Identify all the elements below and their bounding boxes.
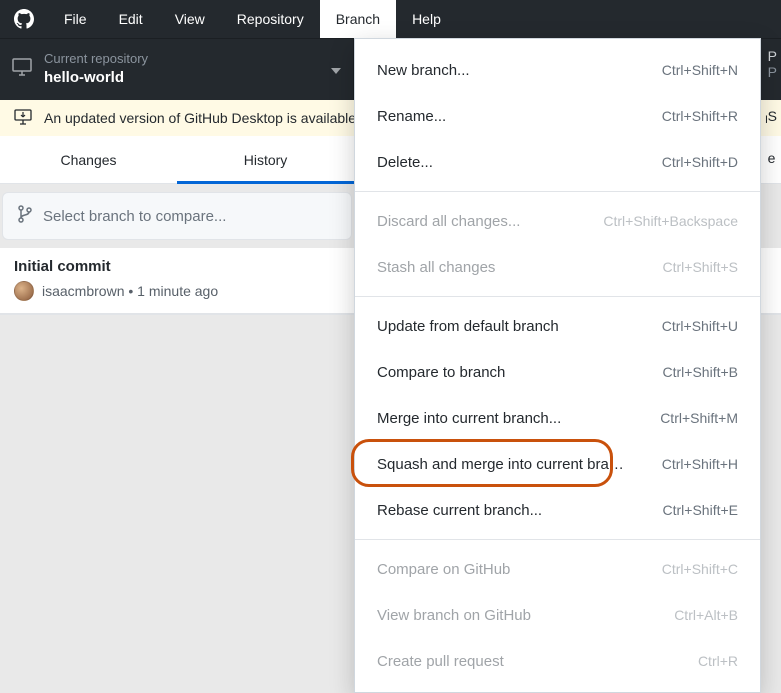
menu-item-shortcut: Ctrl+Alt+B	[674, 607, 738, 623]
menu-separator	[355, 296, 760, 297]
menu-repository[interactable]: Repository	[221, 0, 320, 38]
branch-select-placeholder: Select branch to compare...	[43, 208, 226, 225]
menu-separator	[355, 539, 760, 540]
desktop-download-icon	[14, 109, 32, 128]
menu-item-compare-on-github: Compare on GitHub Ctrl+Shift+C	[355, 546, 760, 592]
desktop-icon	[12, 58, 32, 81]
menu-item-create-pull-request: Create pull request Ctrl+R	[355, 638, 760, 684]
edge-text: S	[768, 100, 781, 136]
menu-item-shortcut: Ctrl+Shift+C	[662, 561, 738, 577]
menu-item-shortcut: Ctrl+Shift+D	[662, 154, 738, 170]
menu-item-view-branch-on-github: View branch on GitHub Ctrl+Alt+B	[355, 592, 760, 638]
menu-item-stash-all-changes: Stash all changes Ctrl+Shift+S	[355, 244, 760, 290]
menu-item-squash-and-merge-into-current-branch[interactable]: Squash and merge into current branch... C…	[355, 441, 760, 487]
menu-item-discard-all-changes: Discard all changes... Ctrl+Shift+Backspa…	[355, 198, 760, 244]
menu-item-label: Rebase current branch...	[377, 502, 542, 519]
edge-text: P	[768, 48, 777, 64]
menu-item-label: Delete...	[377, 154, 433, 171]
menu-item-shortcut: Ctrl+Shift+M	[660, 410, 738, 426]
menu-file[interactable]: File	[48, 0, 103, 38]
menu-item-shortcut: Ctrl+Shift+R	[662, 108, 738, 124]
menu-item-label: Stash all changes	[377, 259, 495, 276]
git-branch-icon	[17, 205, 33, 227]
menu-item-shortcut: Ctrl+Shift+N	[662, 62, 738, 78]
avatar	[14, 281, 34, 301]
menu-item-compare-to-branch[interactable]: Compare to branch Ctrl+Shift+B	[355, 349, 760, 395]
edge-text: e	[768, 136, 781, 184]
menu-item-label: New branch...	[377, 62, 470, 79]
menu-item-rebase-current-branch[interactable]: Rebase current branch... Ctrl+Shift+E	[355, 487, 760, 533]
menu-item-label: Merge into current branch...	[377, 410, 561, 427]
menu-help[interactable]: Help	[396, 0, 457, 38]
menu-item-shortcut: Ctrl+Shift+H	[662, 456, 738, 472]
menu-item-shortcut: Ctrl+R	[698, 653, 738, 669]
menu-item-shortcut: Ctrl+Shift+B	[663, 364, 738, 380]
menu-item-shortcut: Ctrl+Shift+E	[663, 502, 738, 518]
menu-item-label: Compare on GitHub	[377, 561, 510, 578]
menu-item-shortcut: Ctrl+Shift+U	[662, 318, 738, 334]
github-logo-icon	[0, 0, 48, 38]
menu-branch[interactable]: Branch	[320, 0, 396, 38]
menu-item-label: Create pull request	[377, 653, 504, 670]
repo-name: hello-world	[44, 68, 148, 88]
menu-item-update-from-default-branch[interactable]: Update from default branch Ctrl+Shift+U	[355, 303, 760, 349]
tab-history[interactable]: History	[177, 136, 354, 183]
branch-menu-dropdown: New branch... Ctrl+Shift+N Rename... Ctrl+S…	[354, 38, 761, 693]
menu-item-label: Compare to branch	[377, 364, 505, 381]
menu-item-shortcut: Ctrl+Shift+Backspace	[603, 213, 738, 229]
repo-label: Current repository	[44, 51, 148, 68]
menu-item-label: Rename...	[377, 108, 446, 125]
menu-item-label: Squash and merge into current branch...	[377, 456, 627, 473]
menu-view[interactable]: View	[159, 0, 221, 38]
menu-item-rename[interactable]: Rename... Ctrl+Shift+R	[355, 93, 760, 139]
compare-branch-select[interactable]: Select branch to compare...	[2, 192, 352, 240]
menu-item-label: Discard all changes...	[377, 213, 520, 230]
edge-text: P	[768, 64, 777, 80]
menu-item-shortcut: Ctrl+Shift+S	[663, 259, 738, 275]
chevron-down-icon	[331, 61, 341, 79]
right-edge-clipped: P P S e	[768, 38, 781, 184]
current-repository-selector[interactable]: Current repository hello-world	[0, 39, 354, 100]
commit-author: isaacmbrown	[42, 283, 124, 299]
menu-item-label: View branch on GitHub	[377, 607, 531, 624]
commit-time: 1 minute ago	[137, 283, 218, 299]
menu-separator	[355, 191, 760, 192]
menubar: FileEditViewRepositoryBranchHelp	[0, 0, 781, 38]
menu-item-label: Update from default branch	[377, 318, 559, 335]
menu-item-delete[interactable]: Delete... Ctrl+Shift+D	[355, 139, 760, 185]
menu-item-new-branch[interactable]: New branch... Ctrl+Shift+N	[355, 47, 760, 93]
tab-changes[interactable]: Changes	[0, 136, 177, 183]
menu-item-merge-into-current-branch[interactable]: Merge into current branch... Ctrl+Shift+M	[355, 395, 760, 441]
menu-edit[interactable]: Edit	[103, 0, 159, 38]
